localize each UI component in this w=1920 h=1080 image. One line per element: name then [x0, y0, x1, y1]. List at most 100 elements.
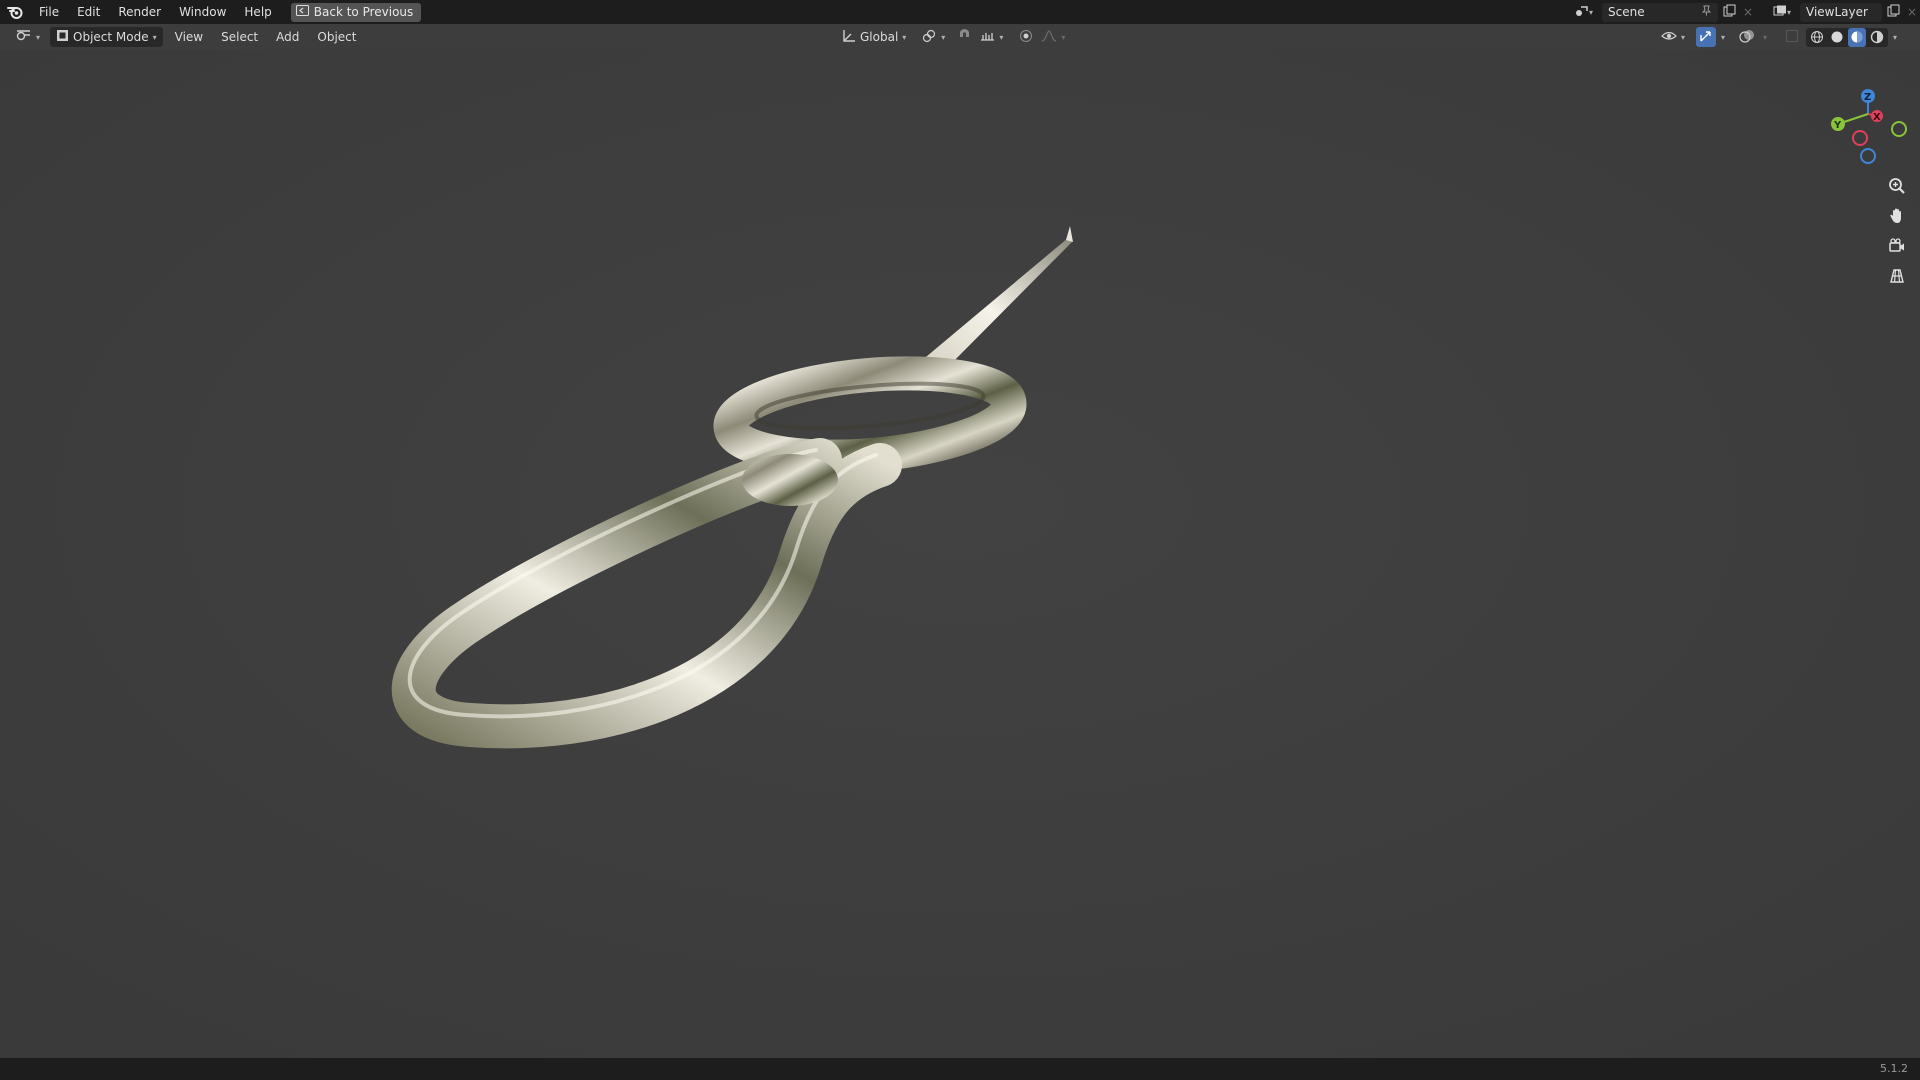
shading-mode-group	[1806, 27, 1889, 47]
back-to-previous-button[interactable]: Back to Previous	[290, 2, 422, 22]
close-icon: ×	[1906, 5, 1918, 19]
gizmo-neg-y-axis[interactable]	[1891, 121, 1907, 137]
view-layer-selector-button[interactable]: ▾	[1766, 3, 1798, 22]
select-invert-icon	[103, 56, 116, 72]
gizmo-x-label: X	[1873, 112, 1881, 123]
material-shading-icon[interactable]	[1848, 27, 1867, 47]
gizmo-x-axis[interactable]	[1871, 110, 1883, 122]
snap-icon	[957, 28, 972, 46]
menu-help[interactable]: Help	[235, 0, 280, 24]
toolbar-expand-arrow[interactable]: ›	[2, 100, 6, 113]
xray-toggle[interactable]	[1782, 27, 1802, 47]
visibility-icon	[1661, 29, 1677, 45]
snap-increment-icon	[980, 29, 995, 46]
back-to-previous-icon	[295, 5, 309, 19]
gizmo-neg-z-axis[interactable]	[1860, 148, 1876, 164]
viewport-header: ▾ Object Mode ▾ View Select Add Object G…	[0, 24, 1920, 50]
snap-target-dropdown[interactable]: ▾	[978, 27, 1005, 47]
pivot-point-dropdown[interactable]: ▾	[916, 27, 951, 47]
options-dropdown[interactable]: Options ▾	[1848, 53, 1912, 73]
camera-view-button[interactable]	[1882, 234, 1912, 260]
menu-select[interactable]: Select	[215, 27, 264, 47]
visibility-dropdown[interactable]: ▾	[1658, 27, 1688, 47]
transform-orientation-icon	[842, 29, 856, 46]
new-view-layer-button[interactable]	[1882, 3, 1904, 22]
zoom-button[interactable]	[1882, 174, 1912, 200]
rendered-shading-icon[interactable]	[1868, 28, 1886, 47]
status-bar: 5.1.2	[0, 1058, 1920, 1080]
menu-edit[interactable]: Edit	[68, 0, 109, 24]
blender-logo-icon[interactable]	[0, 0, 30, 24]
selection-mode-group	[39, 53, 140, 75]
gizmo-y-label: Y	[1833, 120, 1842, 131]
ortho-toggle-button[interactable]	[1882, 264, 1912, 290]
scene-icon	[1575, 5, 1589, 20]
delete-scene-button[interactable]: ×	[1740, 3, 1756, 22]
overlay-icon	[1739, 29, 1755, 46]
topbar-right-group: ▾ Scene × ▾ ViewLayer ×	[1568, 0, 1920, 24]
new-scene-button[interactable]	[1718, 3, 1740, 22]
delete-view-layer-button[interactable]: ×	[1904, 3, 1920, 22]
select-difference-mode[interactable]	[100, 55, 119, 74]
snap-toggle[interactable]	[955, 27, 974, 47]
proportional-edit-toggle[interactable]	[1017, 27, 1035, 47]
version-label: 5.1.2	[1880, 1062, 1908, 1075]
proportional-edit-icon	[1019, 29, 1033, 46]
top-menu-bar: File Edit Render Window Help Back to Pre…	[0, 0, 1920, 24]
menu-render[interactable]: Render	[109, 0, 170, 24]
menu-view[interactable]: View	[169, 27, 209, 47]
gizmo-z-axis[interactable]	[1861, 89, 1875, 103]
transform-controls: Global ▾ ▾ ▾ ▾	[836, 27, 1067, 47]
object-mode-label: Object Mode	[73, 30, 149, 44]
select-intersect-icon	[123, 56, 136, 72]
falloff-dropdown[interactable]: ▾	[1039, 27, 1067, 47]
hand-pan-icon	[1888, 207, 1906, 228]
select-extend-mode[interactable]	[60, 55, 79, 74]
select-subtract-mode[interactable]	[80, 55, 99, 74]
viewport-canvas[interactable]: Z X Y	[0, 0, 1920, 1080]
sidebar-expand-arrow[interactable]: ‹	[1910, 100, 1914, 113]
scene-selector-button[interactable]: ▾	[1568, 3, 1600, 22]
select-new-mode[interactable]	[40, 54, 59, 74]
editor-type-button[interactable]: ▾	[10, 27, 46, 47]
scene-name-field[interactable]: Scene	[1602, 2, 1718, 22]
menu-file[interactable]: File	[30, 0, 68, 24]
overlay-toggle[interactable]	[1736, 27, 1758, 47]
wireframe-shading-icon[interactable]	[1808, 28, 1826, 47]
pivot-icon	[922, 29, 937, 46]
view-layer-icon	[1773, 5, 1787, 20]
gizmo-dropdown[interactable]: ▾	[1718, 27, 1728, 47]
viewport-display-controls: ▾ ▾ ▾ ▾	[1658, 27, 1900, 47]
active-tool-group	[10, 53, 31, 75]
solid-shading-icon[interactable]	[1828, 28, 1846, 47]
menu-add[interactable]: Add	[270, 27, 305, 47]
zoom-icon	[1888, 177, 1906, 198]
new-view-layer-icon	[1887, 4, 1900, 20]
shading-options-dropdown[interactable]: ▾	[1890, 27, 1900, 47]
metal-needle-object[interactable]	[391, 226, 1073, 749]
xray-icon	[1785, 29, 1799, 46]
view-layer-field[interactable]: ViewLayer	[1800, 2, 1882, 22]
gizmo-neg-x-axis[interactable]	[1852, 130, 1868, 146]
pan-button[interactable]	[1882, 204, 1912, 230]
select-extend-icon	[63, 56, 76, 72]
gizmo-icon	[1699, 29, 1713, 46]
viewport-background	[0, 50, 1920, 1058]
back-to-previous-label: Back to Previous	[313, 5, 414, 19]
editor-type-icon	[16, 29, 32, 45]
overlay-dropdown[interactable]: ▾	[1760, 27, 1770, 47]
navigation-gizmo[interactable]: Z X Y	[1831, 89, 1907, 164]
transform-orientation-label: Global	[860, 30, 899, 44]
select-intersect-mode[interactable]	[120, 55, 139, 74]
transform-orientation-dropdown[interactable]: Global ▾	[836, 27, 912, 47]
object-mode-dropdown[interactable]: Object Mode ▾	[50, 27, 163, 47]
menu-object[interactable]: Object	[311, 27, 362, 47]
pin-icon[interactable]	[1701, 5, 1712, 19]
camera-view-icon	[1888, 237, 1906, 258]
gizmo-toggle[interactable]	[1696, 27, 1717, 47]
view-layer-name: ViewLayer	[1806, 5, 1868, 19]
menu-window[interactable]: Window	[170, 0, 235, 24]
gizmo-z-label: Z	[1864, 92, 1871, 103]
select-box-tool[interactable]	[10, 53, 31, 75]
gizmo-y-axis[interactable]	[1831, 117, 1845, 131]
